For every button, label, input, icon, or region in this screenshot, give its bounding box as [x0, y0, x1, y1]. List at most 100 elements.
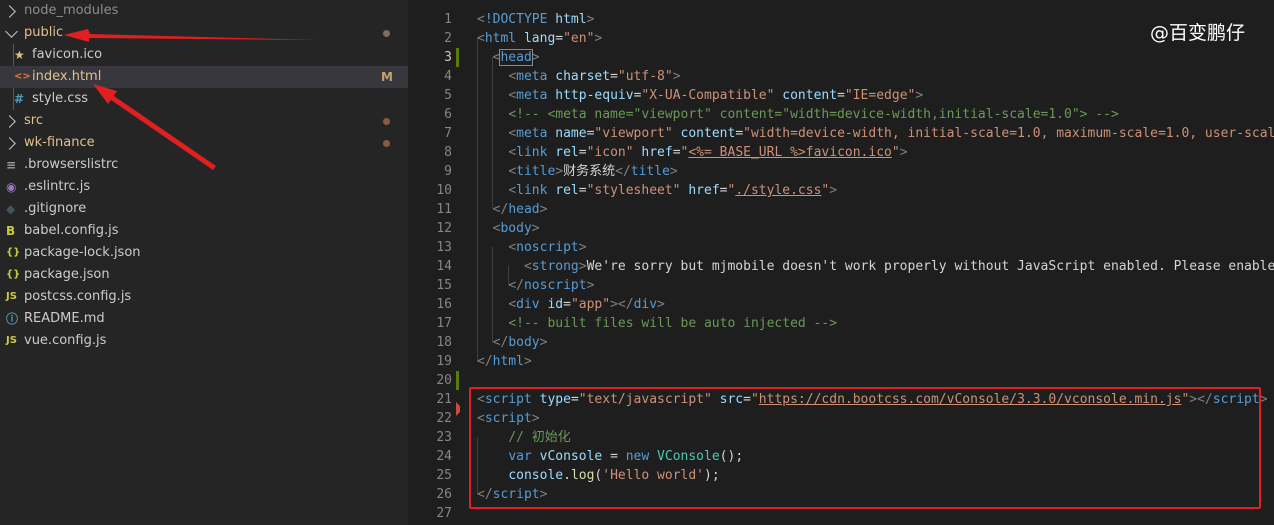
- code-line: <script>: [477, 409, 540, 428]
- code-token: ./style.css: [735, 183, 822, 198]
- code-token: We're sorry but mjmobile doesn't work pr…: [586, 259, 1274, 274]
- code-token: link: [516, 145, 548, 160]
- code-token: charset: [555, 69, 611, 84]
- code-line: var vConsole = new VConsole();: [477, 447, 743, 466]
- line-number: 2: [444, 31, 452, 46]
- code-token: =: [555, 31, 564, 46]
- line-number: 5: [444, 88, 452, 103]
- code-token: head: [508, 202, 540, 217]
- code-token: link: [516, 183, 548, 198]
- code-token: .: [563, 468, 571, 483]
- code-token: >: [586, 12, 595, 27]
- code-token: name: [555, 126, 587, 141]
- code-token: rel: [555, 183, 579, 198]
- file-item-style-css[interactable]: # style.css: [0, 88, 408, 110]
- code-token: >: [539, 335, 548, 350]
- chevron-right-icon: [3, 5, 16, 18]
- line-number: 27: [436, 506, 452, 521]
- config-icon: ≡: [6, 158, 17, 172]
- file-item-gitignore[interactable]: ◆ .gitignore: [0, 198, 408, 220]
- line-number: 26: [436, 487, 452, 502]
- code-line: <noscript>: [477, 238, 587, 257]
- chevron-down-icon: [5, 25, 18, 38]
- code-token: ": [750, 392, 759, 407]
- code-line: <html lang="en">: [477, 29, 602, 48]
- line-number: 10: [436, 183, 452, 198]
- code-token: log: [570, 468, 595, 483]
- code-token: =: [735, 126, 744, 141]
- git-modified-badge: M: [381, 70, 393, 84]
- file-item-readme-md[interactable]: ⓘ README.md: [0, 308, 408, 330]
- file-item-index-html[interactable]: <> index.html M: [0, 66, 408, 88]
- code-token: >: [531, 221, 540, 236]
- chevron-right-icon: [3, 115, 16, 128]
- code-token: >: [578, 240, 587, 255]
- line-number: 1: [444, 12, 452, 27]
- code-token: rel: [555, 145, 579, 160]
- file-item-postcss-config-js[interactable]: JS postcss.config.js: [0, 286, 408, 308]
- code-token: html: [555, 12, 587, 27]
- code-line: <head>: [477, 48, 540, 67]
- line-number: 13: [436, 240, 452, 255]
- code-editor[interactable]: 1 <!DOCTYPE html> 2 <html lang="en"> 3 <head…: [408, 0, 1274, 525]
- tree-item-label: node_modules: [24, 3, 119, 18]
- code-token: =: [578, 145, 587, 160]
- code-token: "app": [570, 297, 611, 312]
- line-number: 6: [444, 107, 452, 122]
- line-number: 22: [436, 411, 452, 426]
- code-token: <: [508, 164, 517, 179]
- code-token: <: [477, 31, 485, 46]
- code-token: <!-- built files will be auto injected -…: [508, 316, 838, 331]
- folder-item-wk-finance[interactable]: wk-finance: [0, 132, 408, 154]
- file-item-vue-config-js[interactable]: JS vue.config.js: [0, 330, 408, 352]
- file-item-favicon-ico[interactable]: ★ favicon.ico: [0, 44, 408, 66]
- folder-item-public[interactable]: public: [0, 22, 408, 44]
- folder-item-node-modules[interactable]: node_modules: [0, 0, 408, 22]
- js-icon: JS: [6, 291, 17, 302]
- code-token: body: [500, 221, 532, 236]
- git-icon: ◆: [6, 202, 16, 216]
- code-token: // 初始化: [508, 430, 571, 445]
- deleted-line-marker: [456, 402, 460, 416]
- code-token: >: [539, 202, 548, 217]
- file-item-package-lock-json[interactable]: {} package-lock.json: [0, 242, 408, 264]
- code-token: <: [508, 69, 517, 84]
- code-token: meta: [516, 126, 548, 141]
- file-item-browserslistrc[interactable]: ≡ .browserslistrc: [0, 154, 408, 176]
- code-line: <body>: [477, 219, 540, 238]
- code-token: "IE=edge": [844, 88, 916, 103]
- code-token: vConsole: [539, 449, 603, 464]
- code-token: body: [508, 335, 540, 350]
- file-item-package-json[interactable]: {} package.json: [0, 264, 408, 286]
- line-number: 9: [444, 164, 452, 179]
- code-token: >: [539, 487, 548, 502]
- file-item-eslintrc-js[interactable]: ◉ .eslintrc.js: [0, 176, 408, 198]
- tree-item-label: babel.config.js: [24, 223, 119, 238]
- code-token: =: [578, 183, 587, 198]
- folder-item-src[interactable]: src: [0, 110, 408, 132]
- code-token: "width=device-width, initial-scale=1.0, …: [743, 126, 1274, 141]
- eslint-icon: ◉: [6, 180, 17, 194]
- code-token: "icon": [586, 145, 634, 160]
- line-number: 17: [436, 316, 452, 331]
- file-item-babel-config-js[interactable]: Bbabel.config.js: [0, 220, 408, 242]
- code-token: >: [594, 31, 603, 46]
- code-token: title: [630, 164, 670, 179]
- babel-icon: B: [6, 224, 16, 238]
- line-number: 18: [436, 335, 452, 350]
- code-token: <: [508, 126, 517, 141]
- code-token: </: [615, 164, 631, 179]
- code-line: </head>: [477, 200, 548, 219]
- code-token: =: [743, 392, 751, 407]
- line-number: 8: [444, 145, 452, 160]
